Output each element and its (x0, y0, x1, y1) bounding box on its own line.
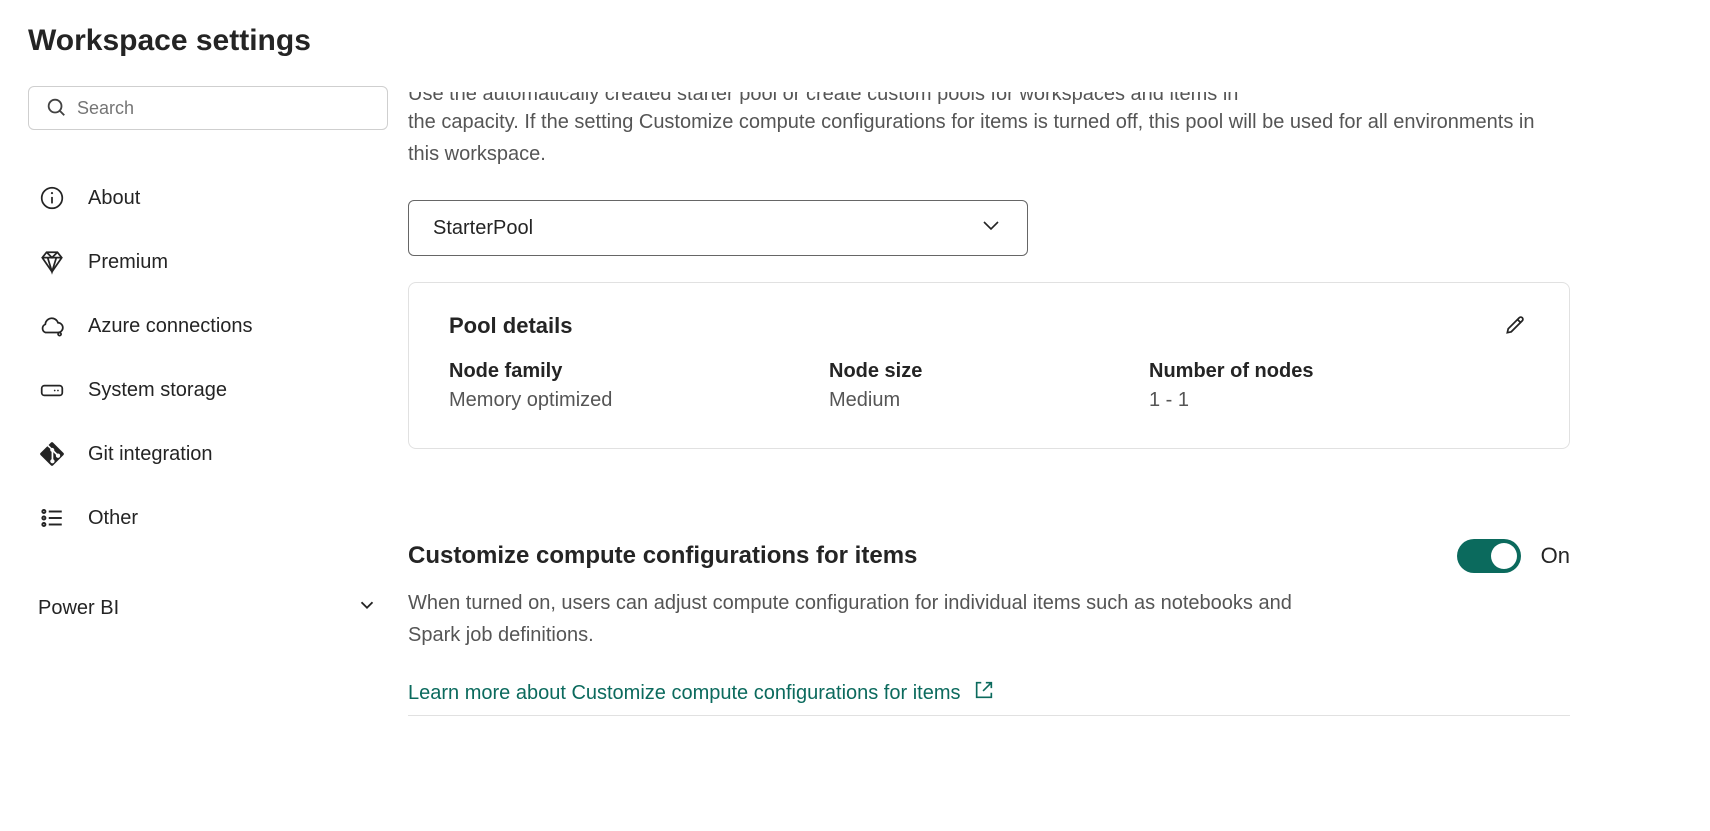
sidebar-item-label: System storage (88, 379, 227, 402)
sidebar-item-azure-connections[interactable]: Azure connections (28, 294, 388, 358)
git-icon (38, 440, 66, 468)
customize-section: Customize compute configurations for ite… (408, 539, 1570, 716)
pencil-icon (1503, 324, 1529, 340)
customize-toggle[interactable] (1457, 539, 1521, 573)
learn-more-text: Learn more about Customize compute confi… (408, 682, 961, 705)
pool-desc-cropped-line: Use the automatically created starter po… (408, 92, 1570, 104)
sidebar-item-label: Git integration (88, 443, 213, 466)
pool-select[interactable]: StarterPool (408, 200, 1028, 256)
sidebar-item-label: Other (88, 507, 138, 530)
external-link-icon (973, 679, 995, 707)
cloud-icon (38, 312, 66, 340)
num-nodes-value: 1 - 1 (1149, 389, 1529, 412)
node-family-value: Memory optimized (449, 389, 829, 412)
customize-learn-more-link[interactable]: Learn more about Customize compute confi… (408, 679, 995, 711)
sidebar-item-other[interactable]: Other (28, 486, 388, 550)
chevron-down-icon (356, 594, 378, 622)
customize-title: Customize compute configurations for ite… (408, 542, 917, 570)
pool-details-card: Pool details Node family Memory optimize… (408, 282, 1570, 449)
sidebar-group-label: Power BI (38, 597, 119, 620)
node-family-label: Node family (449, 360, 829, 383)
sidebar-item-label: About (88, 187, 140, 210)
sidebar-item-label: Premium (88, 251, 168, 274)
storage-icon (38, 376, 66, 404)
sidebar-group-power-bi[interactable]: Power BI (28, 576, 388, 640)
sidebar-item-git-integration[interactable]: Git integration (28, 422, 388, 486)
customize-description: When turned on, users can adjust compute… (408, 587, 1338, 651)
page-title: Workspace settings (28, 24, 1682, 58)
search-input[interactable] (77, 98, 371, 119)
customize-toggle-state: On (1541, 543, 1570, 569)
sidebar-item-about[interactable]: About (28, 166, 388, 230)
sidebar-item-system-storage[interactable]: System storage (28, 358, 388, 422)
search-field[interactable] (28, 86, 388, 130)
search-icon (45, 96, 77, 121)
pool-description: the capacity. If the setting Customize c… (408, 106, 1570, 170)
list-icon (38, 504, 66, 532)
section-divider (408, 715, 1570, 716)
pool-details-title: Pool details (449, 313, 572, 339)
node-size-label: Node size (829, 360, 1149, 383)
info-icon (38, 184, 66, 212)
edit-pool-button[interactable] (1503, 311, 1529, 340)
num-nodes-label: Number of nodes (1149, 360, 1529, 383)
chevron-down-icon (979, 213, 1003, 243)
sidebar-item-premium[interactable]: Premium (28, 230, 388, 294)
pool-select-value: StarterPool (433, 217, 533, 240)
sidebar-item-label: Azure connections (88, 315, 253, 338)
node-size-value: Medium (829, 389, 1149, 412)
diamond-icon (38, 248, 66, 276)
